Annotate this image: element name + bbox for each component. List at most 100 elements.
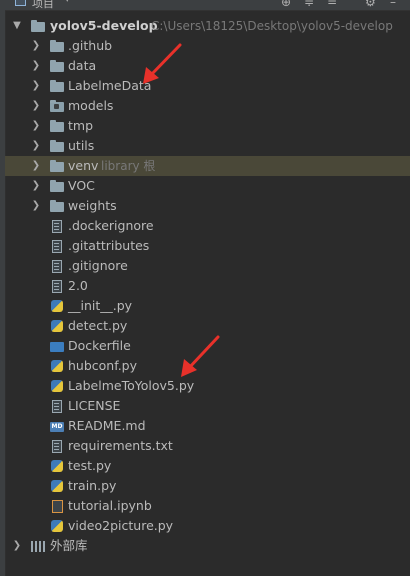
tree-item-github[interactable]: ❯ .github (5, 36, 410, 56)
file-icon (52, 220, 62, 233)
folder-icon (50, 80, 64, 92)
tree-item-label: 2.0 (68, 278, 88, 293)
notebook-file-icon (52, 500, 63, 513)
tree-item-label: weights (68, 198, 117, 213)
tree-item-voc[interactable]: ❯ VOC (5, 176, 410, 196)
python-file-icon (51, 380, 63, 392)
tree-item-label: data (68, 58, 97, 73)
tool-window-title[interactable]: 项目 (32, 0, 54, 11)
tree-item-dockerignore[interactable]: .dockerignore (5, 216, 410, 236)
tree-item-2-0[interactable]: 2.0 (5, 276, 410, 296)
folder-icon (50, 60, 64, 72)
python-file-icon (51, 460, 63, 472)
tree-item-labelmedata[interactable]: ❯ LabelmeData (5, 76, 410, 96)
minimize-icon[interactable]: – (390, 0, 396, 9)
tree-item-detect-py[interactable]: detect.py (5, 316, 410, 336)
folder-icon (50, 140, 64, 152)
tree-item-license[interactable]: LICENSE (5, 396, 410, 416)
tree-item-hubconf-py[interactable]: hubconf.py (5, 356, 410, 376)
python-file-icon (51, 360, 63, 372)
tree-item-label: .github (68, 38, 113, 53)
folder-icon (50, 40, 64, 52)
tree-item-label: detect.py (68, 318, 128, 333)
tree-item-video2picture-py[interactable]: video2picture.py (5, 516, 410, 536)
tree-item-label: hubconf.py (68, 358, 138, 373)
python-file-icon (51, 520, 63, 532)
tree-item-label: utils (68, 138, 95, 153)
tree-item-label: requirements.txt (68, 438, 173, 453)
tree-item-labelmetoyolov5-py[interactable]: LabelmeToYolov5.py (5, 376, 410, 396)
tree-item-external-libraries[interactable]: ❯ 外部库 (5, 536, 410, 556)
tree-item-requirements-txt[interactable]: requirements.txt (5, 436, 410, 456)
python-file-icon (51, 320, 63, 332)
project-toolbar: 项目 ▾ ⊕ ≑ ≐ ⚙ – (5, 0, 410, 11)
library-icon (31, 541, 45, 552)
chevron-right-icon[interactable]: ❯ (30, 96, 42, 116)
python-file-icon (51, 300, 63, 312)
tree-item-label: VOC (68, 178, 95, 193)
file-icon (52, 400, 62, 413)
tree-item-gitignore[interactable]: .gitignore (5, 256, 410, 276)
folder-icon (31, 20, 45, 32)
library-root-hint: library 根 (101, 159, 156, 173)
chevron-right-icon[interactable]: ❯ (30, 116, 42, 136)
chevron-right-icon[interactable]: ❯ (30, 196, 42, 216)
tree-item-label: video2picture.py (68, 518, 174, 533)
tree-item-label: tutorial.ipynb (68, 498, 152, 513)
docker-file-icon (50, 342, 64, 352)
tree-item-utils[interactable]: ❯ utils (5, 136, 410, 156)
chevron-right-icon[interactable]: ❯ (30, 156, 42, 176)
root-path: C:\Users\18125\Desktop\yolov5-develop (151, 19, 393, 33)
tree-item-dockerfile[interactable]: Dockerfile (5, 336, 410, 356)
text-file-icon (52, 440, 62, 453)
tree-item-weights[interactable]: ❯ weights (5, 196, 410, 216)
chevron-right-icon[interactable]: ❯ (30, 136, 42, 156)
tree-item-init-py[interactable]: __init__.py (5, 296, 410, 316)
tree-item-tmp[interactable]: ❯ tmp (5, 116, 410, 136)
chevron-right-icon[interactable]: ❯ (30, 76, 42, 96)
gear-icon[interactable]: ⚙ (365, 0, 376, 9)
collapse-icon[interactable]: ≑ (304, 0, 314, 9)
tree-item-label: 外部库 (50, 538, 88, 553)
chevron-right-icon[interactable]: ❯ (30, 56, 42, 76)
tree-item-label: .gitignore (68, 258, 128, 273)
tree-item-train-py[interactable]: train.py (5, 476, 410, 496)
tree-item-venv[interactable]: ❯ venv library 根 (5, 156, 410, 176)
target-icon[interactable]: ⊕ (281, 0, 291, 9)
file-icon (52, 240, 62, 253)
tree-item-label: tmp (68, 118, 94, 133)
module-folder-icon (50, 100, 64, 112)
python-file-icon (51, 480, 63, 492)
tree-item-label: Dockerfile (68, 338, 131, 353)
tree-item-tutorial-ipynb[interactable]: tutorial.ipynb (5, 496, 410, 516)
tree-item-label: test.py (68, 458, 112, 473)
folder-icon (50, 200, 64, 212)
project-icon (15, 0, 26, 6)
tree-item-label: __init__.py (68, 298, 133, 313)
tree-item-label: venv (68, 158, 99, 173)
chevron-down-icon[interactable]: ▼ (11, 16, 23, 36)
tree-item-models[interactable]: ❯ models (5, 96, 410, 116)
tree-item-label: .dockerignore (68, 218, 154, 233)
tree-item-data[interactable]: ❯ data (5, 56, 410, 76)
expand-icon[interactable]: ≐ (327, 0, 337, 9)
tree-root[interactable]: ▼ yolov5-develop C:\Users\18125\Desktop\… (5, 16, 410, 36)
chevron-right-icon[interactable]: ❯ (30, 176, 42, 196)
file-icon (52, 280, 62, 293)
tree-item-label: LabelmeData (68, 78, 152, 93)
project-tree: ▼ yolov5-develop C:\Users\18125\Desktop\… (5, 16, 410, 556)
tree-item-test-py[interactable]: test.py (5, 456, 410, 476)
tree-item-gitattributes[interactable]: .gitattributes (5, 236, 410, 256)
chevron-right-icon[interactable]: ❯ (11, 536, 23, 556)
tree-item-label: train.py (68, 478, 117, 493)
chevron-right-icon[interactable]: ❯ (30, 36, 42, 56)
folder-icon (50, 160, 64, 172)
root-label: yolov5-develop (50, 18, 158, 33)
tree-item-label: .gitattributes (68, 238, 150, 253)
file-icon (52, 260, 62, 273)
markdown-file-icon: MD (50, 422, 64, 432)
chevron-down-icon[interactable]: ▾ (65, 0, 70, 5)
tree-item-label: models (68, 98, 114, 113)
tree-item-readme-md[interactable]: MD README.md (5, 416, 410, 436)
tree-item-label: LICENSE (68, 398, 121, 413)
